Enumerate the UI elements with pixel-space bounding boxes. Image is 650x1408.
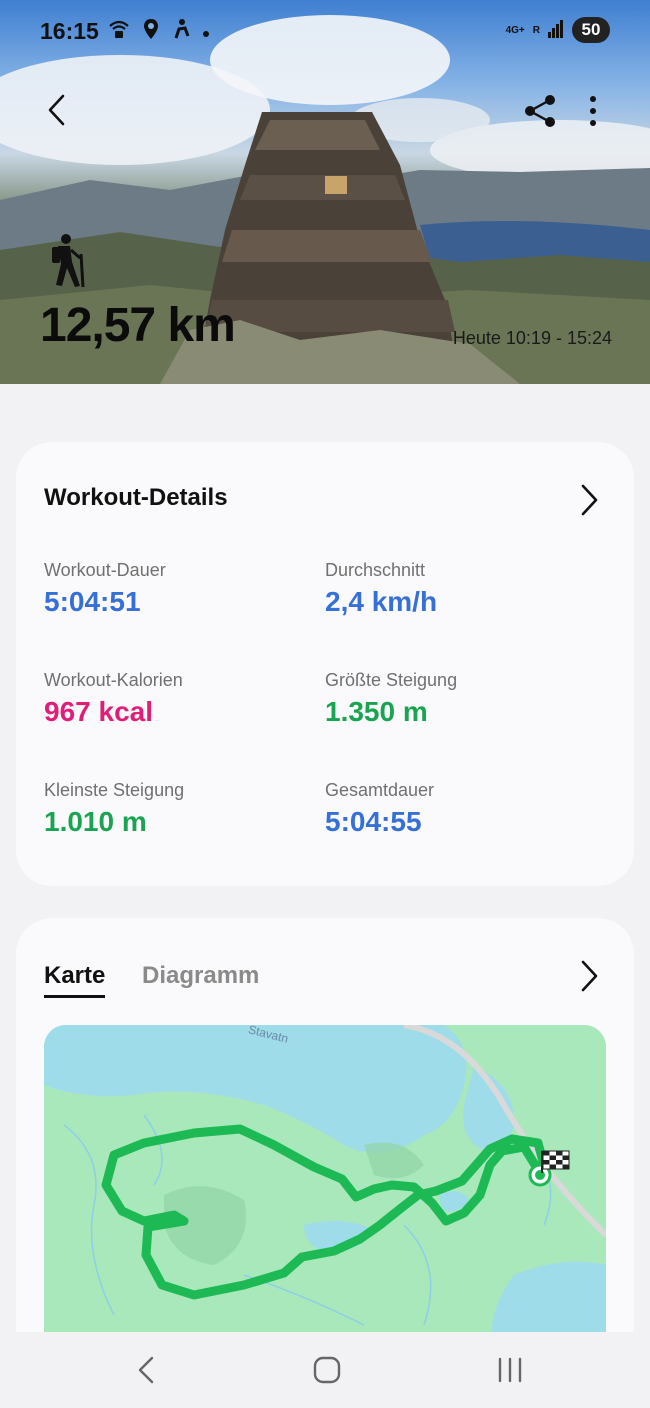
stat-label-min-elevation: Kleinste Steigung [44,780,185,800]
map-card: Karte Diagramm Stavatn [16,918,634,1348]
chevron-right-icon [581,484,598,516]
stat-label-average: Durchschnitt [325,560,426,580]
total-distance: 12,57 km [40,299,236,352]
nav-home-icon [313,1356,341,1384]
status-bar: 16:15 4G+ R 50 [0,0,650,62]
route-map[interactable]: Stavatn [44,1025,606,1348]
details-chevron-button[interactable] [574,482,604,518]
location-icon [142,18,160,46]
network-type: 4G+ [505,24,525,36]
stat-label-max-elevation: Größte Steigung [325,670,458,690]
status-time: 16:15 [40,18,99,44]
system-nav-bar [0,1332,650,1408]
stat-value-calories: 967 kcal [44,696,153,727]
nav-recents-icon [498,1357,522,1383]
stat-label-calories: Workout-Kalorien [44,670,183,690]
workout-details-card[interactable]: Workout-Details Workout-Dauer 5:04:51 Du… [16,442,634,886]
hero-photo: 16:15 4G+ R 50 12,57 km Heute 10:19 - 15… [0,0,650,384]
notification-dot-icon [202,20,210,44]
card-title: Workout-Details [44,484,228,511]
signal-icon [548,18,564,43]
stat-value-average: 2,4 km/h [325,586,438,617]
stat-label-total-duration: Gesamtdauer [325,780,435,800]
back-button[interactable] [36,88,80,132]
wifi-lock-icon [108,18,130,46]
back-arrow-icon [48,94,65,126]
share-button[interactable] [522,92,560,130]
stat-value-duration: 5:04:51 [44,586,141,617]
more-options-button[interactable] [574,92,612,130]
stat-label-duration: Workout-Dauer [44,560,166,580]
nav-recents-button[interactable] [490,1352,530,1388]
workout-time-range: Heute 10:19 - 15:24 [452,328,612,348]
share-icon [525,95,555,127]
roaming-indicator: R [532,24,540,36]
hiking-icon [44,232,92,288]
more-vertical-icon [590,96,596,126]
activity-status-icon [172,18,190,46]
map-chevron-button[interactable] [574,958,604,994]
stat-value-max-elevation: 1.350 m [325,696,428,727]
stat-value-min-elevation: 1.010 m [44,806,147,837]
nav-home-button[interactable] [307,1352,347,1388]
nav-back-icon [138,1356,154,1384]
tab-chart[interactable]: Diagramm [142,962,259,990]
stat-value-total-duration: 5:04:55 [325,806,422,837]
chevron-right-icon [581,960,598,992]
map-canvas [44,1025,606,1348]
nav-back-button[interactable] [126,1352,166,1388]
tab-map[interactable]: Karte [44,962,106,998]
battery-indicator: 50 [572,17,610,43]
